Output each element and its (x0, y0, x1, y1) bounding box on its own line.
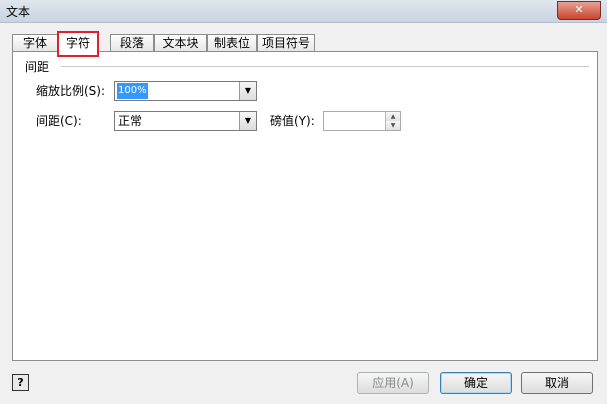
help-icon[interactable]: ? (12, 374, 29, 391)
pounds-stepper[interactable]: ▲ ▼ (323, 111, 401, 131)
dialog-client: 字体 字符 段落 文本块 制表位 项目符号 间距 缩放比例(S): 100% ▼… (4, 23, 602, 400)
spin-down-icon[interactable]: ▼ (386, 121, 400, 130)
chevron-down-icon[interactable]: ▼ (239, 82, 256, 100)
window-title: 文本 (6, 5, 31, 19)
group-title-spacing: 间距 (25, 60, 50, 74)
group-divider (61, 66, 589, 67)
ok-button[interactable]: 确定 (440, 372, 512, 394)
tab-tabs[interactable]: 制表位 (207, 34, 257, 52)
tab-panel: 间距 缩放比例(S): 100% ▼ 间距(C): 正常 ▼ 磅值(Y): ▲ … (12, 51, 598, 361)
scale-label: 缩放比例(S): (36, 84, 106, 98)
apply-button[interactable]: 应用(A) (357, 372, 429, 394)
pounds-label: 磅值(Y): (270, 114, 315, 128)
tab-font[interactable]: 字体 (12, 34, 58, 52)
tab-bullets[interactable]: 项目符号 (257, 34, 315, 52)
cancel-button[interactable]: 取消 (521, 372, 593, 394)
tab-paragraph[interactable]: 段落 (110, 34, 154, 52)
close-button[interactable]: ✕ (557, 1, 601, 20)
scale-select[interactable]: 100% ▼ (114, 81, 257, 101)
tab-text-block[interactable]: 文本块 (154, 34, 207, 52)
spin-buttons: ▲ ▼ (385, 112, 400, 130)
scale-value: 100% (117, 83, 148, 99)
tab-character[interactable]: 字符 (57, 31, 99, 57)
close-icon: ✕ (574, 3, 584, 16)
spacing-value: 正常 (118, 114, 143, 128)
chevron-down-icon[interactable]: ▼ (239, 112, 256, 130)
spacing-select[interactable]: 正常 ▼ (114, 111, 257, 131)
spacing-label: 间距(C): (36, 114, 82, 128)
title-bar: 文本 ✕ (0, 0, 607, 23)
